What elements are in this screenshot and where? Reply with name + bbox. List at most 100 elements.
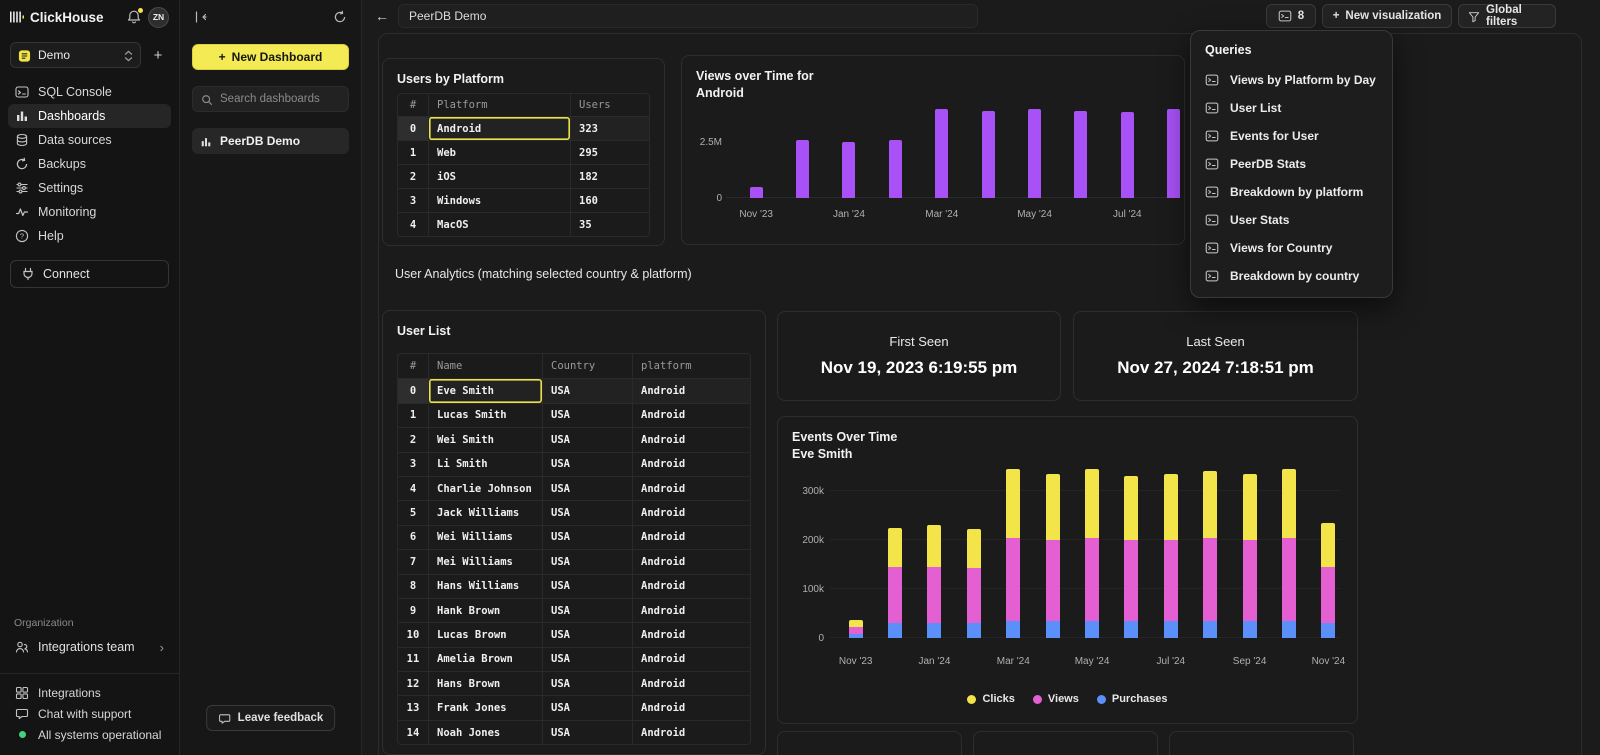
- table-cell[interactable]: Hank Brown: [428, 599, 542, 622]
- table-row[interactable]: 2iOS182: [398, 164, 649, 188]
- sidebar-item-dashboards[interactable]: Dashboards: [8, 104, 171, 128]
- search-dashboards-input[interactable]: [220, 93, 374, 105]
- sidebar-footer-all-systems-operational[interactable]: All systems operational: [0, 724, 179, 745]
- table-row[interactable]: 1Web295: [398, 140, 649, 164]
- notifications-button[interactable]: [126, 9, 142, 25]
- table-row[interactable]: 2Wei SmithUSAAndroid: [398, 427, 750, 451]
- sidebar-item-help[interactable]: ?Help: [8, 224, 171, 248]
- table-row[interactable]: 1Lucas SmithUSAAndroid: [398, 403, 750, 427]
- table-row[interactable]: 7Mei WilliamsUSAAndroid: [398, 549, 750, 573]
- user-avatar[interactable]: ZN: [148, 7, 169, 28]
- table-cell[interactable]: Noah Jones: [428, 721, 542, 744]
- views-bar[interactable]: [872, 140, 918, 198]
- global-filters-button[interactable]: Global filters: [1458, 4, 1556, 28]
- legend-item-views[interactable]: Views: [1033, 693, 1079, 705]
- query-item-views-for-country[interactable]: Views for Country: [1191, 234, 1392, 262]
- events-bar[interactable]: [1151, 474, 1190, 638]
- events-bar[interactable]: [954, 529, 993, 638]
- sidebar-item-settings[interactable]: Settings: [8, 176, 171, 200]
- query-item-peerdb-stats[interactable]: PeerDB Stats: [1191, 150, 1392, 178]
- views-bar[interactable]: [1104, 112, 1150, 198]
- views-bar[interactable]: [826, 142, 872, 198]
- table-row[interactable]: 0Eve SmithUSAAndroid: [398, 378, 750, 402]
- table-cell[interactable]: Lucas Brown: [428, 623, 542, 646]
- legend-item-purchases[interactable]: Purchases: [1097, 693, 1168, 705]
- sidebar-item-sql-console[interactable]: SQL Console: [8, 80, 171, 104]
- events-bar[interactable]: [915, 525, 954, 638]
- collapse-panel-icon[interactable]: [194, 10, 208, 24]
- table-row[interactable]: 14Noah JonesUSAAndroid: [398, 720, 750, 744]
- query-item-user-list[interactable]: User List: [1191, 94, 1392, 122]
- table-row[interactable]: 11Amelia BrownUSAAndroid: [398, 647, 750, 671]
- table-row[interactable]: 6Wei WilliamsUSAAndroid: [398, 525, 750, 549]
- table-cell[interactable]: Wei Smith: [428, 428, 542, 451]
- sidebar-footer-chat-with-support[interactable]: Chat with support: [0, 703, 179, 724]
- events-bar[interactable]: [836, 620, 875, 638]
- table-row[interactable]: 9Hank BrownUSAAndroid: [398, 598, 750, 622]
- query-item-user-stats[interactable]: User Stats: [1191, 206, 1392, 234]
- views-bar[interactable]: [1058, 111, 1104, 198]
- refresh-icon[interactable]: [333, 10, 347, 24]
- dashboard-item-peerdb-demo[interactable]: PeerDB Demo: [192, 128, 349, 154]
- table-cell[interactable]: Li Smith: [428, 453, 542, 476]
- table-cell[interactable]: Frank Jones: [428, 696, 542, 719]
- leave-feedback-button[interactable]: Leave feedback: [206, 705, 336, 731]
- table-cell[interactable]: Lucas Smith: [428, 404, 542, 427]
- dashboard-title-input[interactable]: [398, 4, 978, 28]
- events-bar[interactable]: [1309, 523, 1348, 638]
- table-row[interactable]: 5Jack WilliamsUSAAndroid: [398, 500, 750, 524]
- table-row[interactable]: 4Charlie JohnsonUSAAndroid: [398, 476, 750, 500]
- queries-count-button[interactable]: 8: [1266, 4, 1316, 28]
- table-cell[interactable]: Hans Brown: [428, 672, 542, 695]
- events-bar[interactable]: [994, 469, 1033, 638]
- table-cell[interactable]: iOS: [428, 165, 570, 188]
- events-bar[interactable]: [1269, 469, 1308, 638]
- table-cell[interactable]: Web: [428, 141, 570, 164]
- views-bar[interactable]: [1011, 109, 1057, 198]
- table-row[interactable]: 3Li SmithUSAAndroid: [398, 452, 750, 476]
- new-dashboard-button[interactable]: + New Dashboard: [192, 44, 349, 70]
- table-cell[interactable]: Hans Williams: [428, 575, 542, 598]
- table-cell[interactable]: Charlie Johnson: [428, 477, 542, 500]
- sidebar-item-backups[interactable]: Backups: [8, 152, 171, 176]
- events-bar[interactable]: [1112, 476, 1151, 638]
- service-selector[interactable]: Demo: [10, 42, 141, 68]
- table-cell[interactable]: Jack Williams: [428, 501, 542, 524]
- views-bar[interactable]: [779, 140, 825, 198]
- sidebar-item-integrations-team[interactable]: Integrations team ›: [8, 635, 171, 659]
- table-cell[interactable]: Android: [428, 117, 570, 140]
- sidebar-item-monitoring[interactable]: Monitoring: [8, 200, 171, 224]
- add-service-button[interactable]: +: [147, 44, 169, 66]
- table-row[interactable]: 12Hans BrownUSAAndroid: [398, 671, 750, 695]
- events-bar[interactable]: [1072, 469, 1111, 638]
- events-bar[interactable]: [1033, 474, 1072, 638]
- table-row[interactable]: 0Android323: [398, 116, 649, 140]
- table-cell[interactable]: Windows: [428, 189, 570, 212]
- events-bar[interactable]: [1191, 471, 1230, 638]
- table-row[interactable]: 4MacOS35: [398, 212, 649, 236]
- views-bar[interactable]: [965, 111, 1011, 198]
- sidebar-item-data-sources[interactable]: Data sources: [8, 128, 171, 152]
- table-cell[interactable]: Wei Williams: [428, 526, 542, 549]
- table-row[interactable]: 8Hans WilliamsUSAAndroid: [398, 574, 750, 598]
- table-cell[interactable]: MacOS: [428, 213, 570, 236]
- query-item-breakdown-by-country[interactable]: Breakdown by country: [1191, 262, 1392, 290]
- table-row[interactable]: 3Windows160: [398, 188, 649, 212]
- table-cell[interactable]: Mei Williams: [428, 550, 542, 573]
- table-cell[interactable]: Eve Smith: [428, 379, 542, 402]
- legend-item-clicks[interactable]: Clicks: [967, 693, 1014, 705]
- query-item-events-for-user[interactable]: Events for User: [1191, 122, 1392, 150]
- sidebar-footer-integrations[interactable]: Integrations: [0, 682, 179, 703]
- query-item-breakdown-by-platform[interactable]: Breakdown by platform: [1191, 178, 1392, 206]
- views-bar[interactable]: [733, 187, 779, 198]
- views-bar[interactable]: [919, 109, 965, 198]
- connect-button[interactable]: Connect: [10, 260, 169, 288]
- table-row[interactable]: 13Frank JonesUSAAndroid: [398, 695, 750, 719]
- new-visualization-button[interactable]: + New visualization: [1322, 4, 1452, 28]
- events-bar[interactable]: [1230, 474, 1269, 638]
- query-item-views-by-platform-by-day[interactable]: Views by Platform by Day: [1191, 66, 1392, 94]
- events-bar[interactable]: [875, 528, 914, 638]
- table-row[interactable]: 10Lucas BrownUSAAndroid: [398, 622, 750, 646]
- back-button[interactable]: ←: [372, 6, 392, 26]
- table-cell[interactable]: Amelia Brown: [428, 648, 542, 671]
